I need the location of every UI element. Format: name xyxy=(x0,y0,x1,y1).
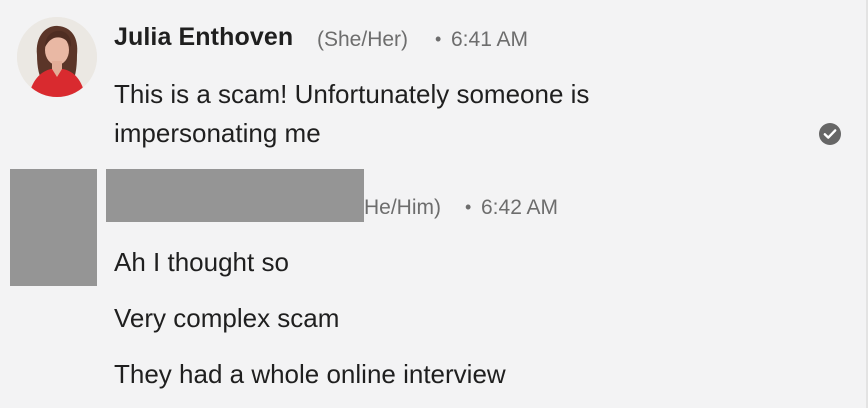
redacted-author-name xyxy=(106,169,364,222)
meta-separator: • xyxy=(435,29,442,49)
message-timestamp: 6:42 AM xyxy=(481,196,559,219)
meta-separator: • xyxy=(465,197,472,217)
redacted-avatar xyxy=(10,169,97,286)
author-pronouns: (She/Her) xyxy=(317,28,409,51)
message-text: Very complex scam xyxy=(114,303,340,333)
avatar[interactable] xyxy=(17,17,97,97)
message-text: They had a whole online interview xyxy=(114,359,506,389)
author-name[interactable]: Julia Enthoven xyxy=(114,23,293,52)
message-text: impersonating me xyxy=(114,118,321,148)
message-text: Ah I thought so xyxy=(114,247,289,277)
avatar-image xyxy=(17,17,97,97)
message-timestamp: 6:41 AM xyxy=(451,28,529,51)
author-pronouns: He/Him) xyxy=(364,196,441,219)
checkmark-circle-icon xyxy=(819,123,841,145)
message-text: This is a scam! Unfortunately someone is xyxy=(114,79,590,109)
